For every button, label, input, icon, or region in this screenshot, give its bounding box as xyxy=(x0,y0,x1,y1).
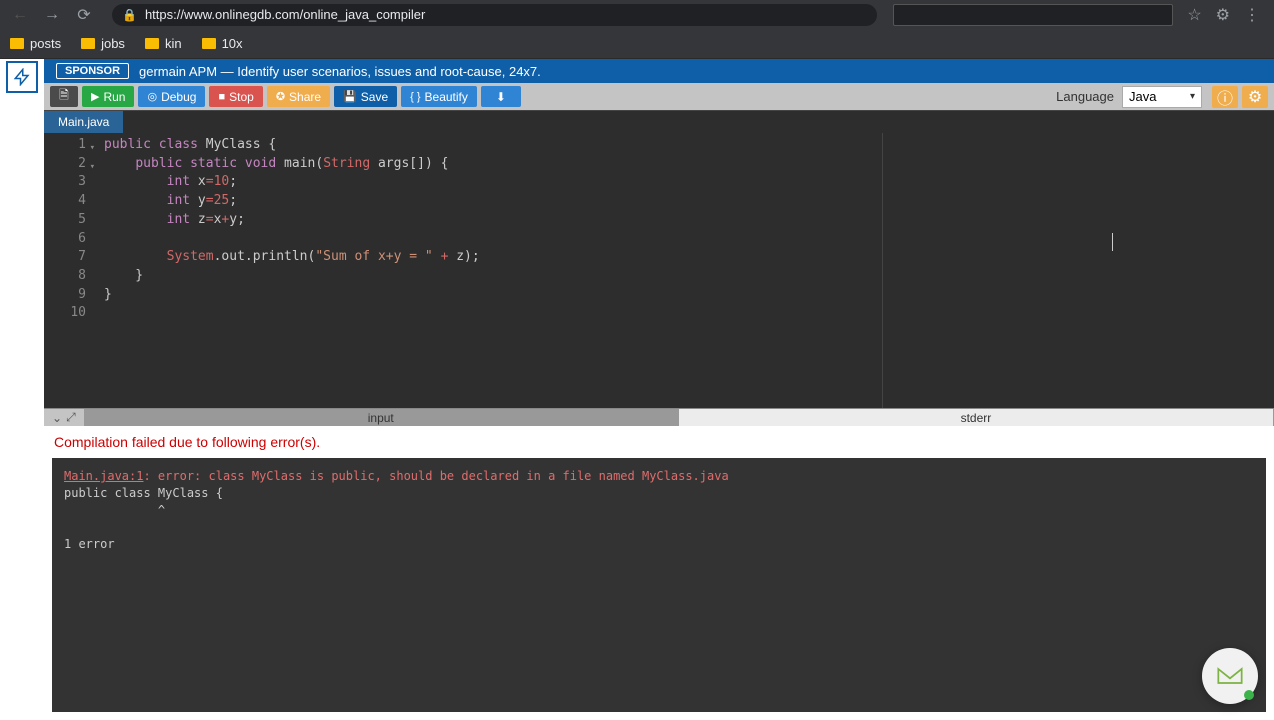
expand-icon[interactable]: ⤢ xyxy=(66,410,76,425)
text-cursor xyxy=(1112,233,1113,251)
info-button[interactable]: ⓘ xyxy=(1212,86,1238,108)
menu-icon[interactable]: ⋮ xyxy=(1244,5,1260,25)
error-summary: 1 error xyxy=(64,536,1254,553)
panel-controls: ⌄ ⤢ input stderr xyxy=(44,408,1274,426)
stop-button[interactable]: ■Stop xyxy=(209,86,262,107)
save-icon: 💾 xyxy=(343,90,357,103)
console-output[interactable]: Main.java:1: error: class MyClass is pub… xyxy=(52,458,1266,712)
collapse-icon[interactable]: ⌄ xyxy=(52,411,62,425)
braces-icon: { } xyxy=(410,91,420,103)
folder-icon xyxy=(81,38,95,49)
error-file-link[interactable]: Main.java:1 xyxy=(64,469,143,483)
settings-button[interactable]: ⚙ xyxy=(1242,86,1268,108)
forward-button[interactable]: → xyxy=(40,3,64,27)
line-gutter: 1▾ 2▾ 345678910 xyxy=(44,133,92,408)
play-icon: ▶ xyxy=(91,90,99,103)
language-select[interactable]: Java xyxy=(1122,86,1202,108)
toolbar: 🗎 ▶Run ◎Debug ■Stop ✪Share 💾Save { }Beau… xyxy=(44,83,1274,110)
folder-icon xyxy=(202,38,216,49)
compilation-error-header: Compilation failed due to following erro… xyxy=(44,426,1274,458)
file-tab-bar: Main.java xyxy=(44,110,1274,133)
bookmark-10x[interactable]: 10x xyxy=(202,36,243,51)
url-bar[interactable]: 🔒 https://www.onlinegdb.com/online_java_… xyxy=(112,4,877,26)
settings-icon[interactable]: ⚙ xyxy=(1216,5,1230,25)
chat-widget[interactable] xyxy=(1202,648,1258,704)
envelope-icon xyxy=(1216,662,1244,690)
url-text: https://www.onlinegdb.com/online_java_co… xyxy=(145,7,867,22)
code-editor[interactable]: 1▾ 2▾ 345678910 public class MyClass { p… xyxy=(44,133,1274,408)
download-button[interactable]: ⬇ xyxy=(481,86,521,107)
new-file-button[interactable]: 🗎 xyxy=(50,86,78,107)
error-caret: ^ xyxy=(64,502,1254,519)
sponsor-badge: SPONSOR xyxy=(56,63,129,79)
file-tab-main[interactable]: Main.java xyxy=(44,111,123,133)
code-area[interactable]: public class MyClass { public static voi… xyxy=(92,133,1274,408)
run-button[interactable]: ▶Run xyxy=(82,86,134,107)
back-button[interactable]: ← xyxy=(8,3,32,27)
sponsor-bar: SPONSOR germain APM — Identify user scen… xyxy=(44,59,1274,83)
status-dot xyxy=(1244,690,1254,700)
input-tab[interactable]: input xyxy=(84,409,679,426)
site-logo[interactable] xyxy=(6,61,38,93)
bookmarks-bar: posts jobs kin 10x xyxy=(0,29,1274,59)
left-rail xyxy=(0,59,44,720)
download-icon: ⬇ xyxy=(496,90,506,104)
lock-icon: 🔒 xyxy=(122,8,137,22)
reload-button[interactable]: ⟳ xyxy=(72,3,96,27)
info-icon: ⓘ xyxy=(1217,85,1233,109)
target-icon: ◎ xyxy=(147,90,157,103)
bookmark-kin[interactable]: kin xyxy=(145,36,182,51)
bookmark-posts[interactable]: posts xyxy=(10,36,61,51)
debug-button[interactable]: ◎Debug xyxy=(138,86,205,107)
beautify-button[interactable]: { }Beautify xyxy=(401,86,477,107)
folder-icon xyxy=(145,38,159,49)
bookmark-jobs[interactable]: jobs xyxy=(81,36,125,51)
stderr-tab[interactable]: stderr xyxy=(679,409,1274,426)
folder-icon xyxy=(10,38,24,49)
lightning-icon xyxy=(13,68,31,86)
output-panel: Compilation failed due to following erro… xyxy=(44,426,1274,720)
gear-icon: ⚙ xyxy=(1248,87,1262,107)
share-button[interactable]: ✪Share xyxy=(267,86,330,107)
stop-icon: ■ xyxy=(218,91,225,103)
search-box[interactable] xyxy=(893,4,1173,26)
browser-nav-bar: ← → ⟳ 🔒 https://www.onlinegdb.com/online… xyxy=(0,0,1274,29)
star-icon[interactable]: ☆ xyxy=(1187,5,1201,25)
file-icon: 🗎 xyxy=(59,86,69,107)
save-button[interactable]: 💾Save xyxy=(334,86,397,107)
error-code-line: public class MyClass { xyxy=(64,485,1254,502)
share-icon: ✪ xyxy=(276,90,285,103)
sponsor-text[interactable]: germain APM — Identify user scenarios, i… xyxy=(139,64,541,79)
editor-split[interactable] xyxy=(882,133,883,408)
language-label: Language xyxy=(1056,89,1114,104)
